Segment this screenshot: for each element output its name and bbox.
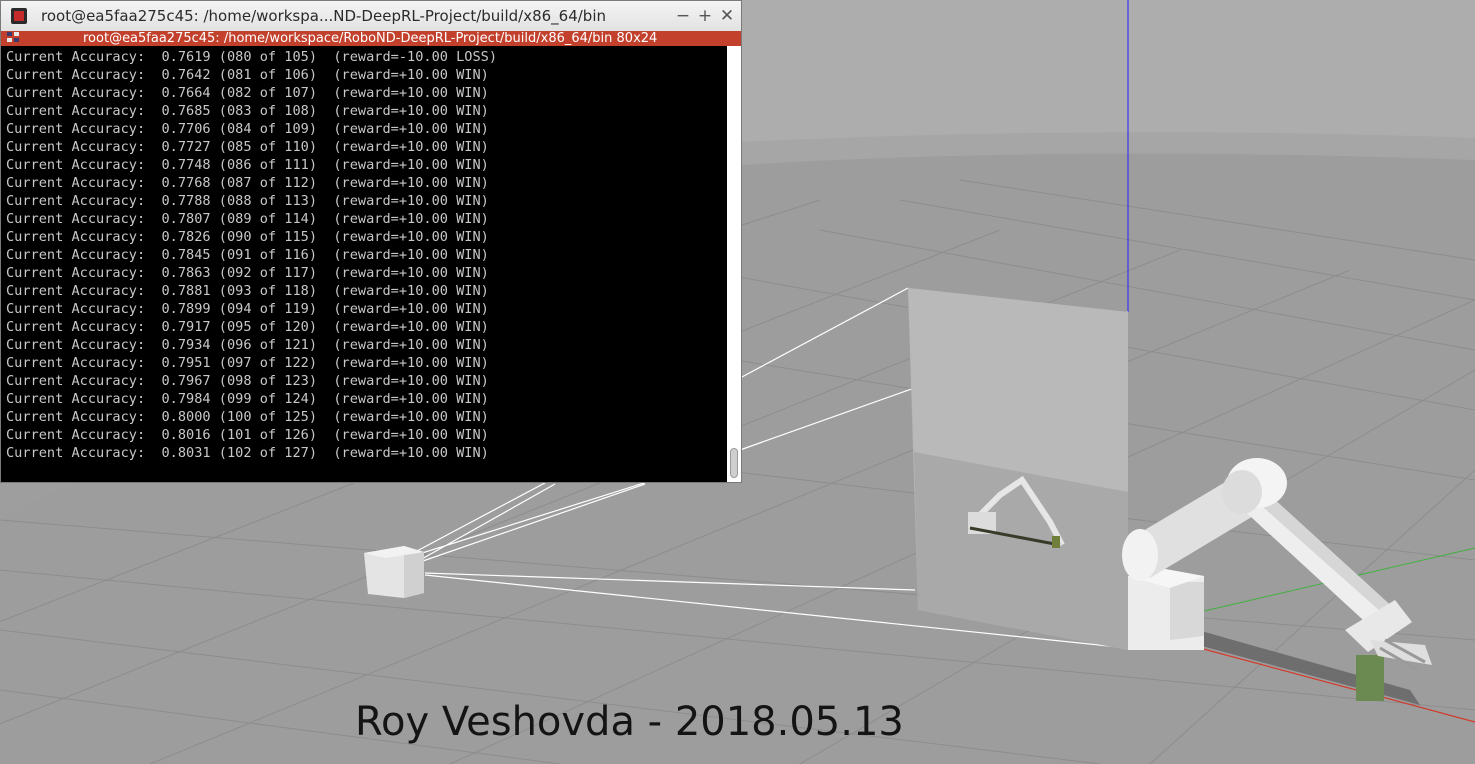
terminal-line: Current Accuracy: 0.7845 (091 of 116) (r…	[6, 247, 489, 263]
terminal-line: Current Accuracy: 0.7642 (081 of 106) (r…	[6, 67, 489, 83]
target-tube	[1356, 655, 1384, 701]
minimize-button[interactable]: −	[673, 5, 693, 27]
terminal-line: Current Accuracy: 0.7863 (092 of 117) (r…	[6, 265, 489, 281]
terminal-line: Current Accuracy: 0.7706 (084 of 109) (r…	[6, 121, 489, 137]
terminal-line: Current Accuracy: 0.7727 (085 of 110) (r…	[6, 139, 489, 155]
close-button[interactable]: ✕	[717, 5, 737, 27]
terminal-line: Current Accuracy: 0.7664 (082 of 107) (r…	[6, 85, 489, 101]
terminal-line: Current Accuracy: 0.7748 (086 of 111) (r…	[6, 157, 489, 173]
terminal-line: Current Accuracy: 0.7826 (090 of 115) (r…	[6, 229, 489, 245]
terminal-line: Current Accuracy: 0.7917 (095 of 120) (r…	[6, 319, 489, 335]
terminal-output[interactable]: Current Accuracy: 0.7619 (080 of 105) (r…	[1, 46, 727, 482]
terminal-line: Current Accuracy: 0.7807 (089 of 114) (r…	[6, 211, 489, 227]
shoulder-joint	[1122, 529, 1158, 581]
terminal-line: Current Accuracy: 0.7768 (087 of 112) (r…	[6, 175, 489, 191]
terminal-line: Current Accuracy: 0.7788 (088 of 113) (r…	[6, 193, 489, 209]
terminal-app-icon	[11, 8, 27, 24]
terminal-line: Current Accuracy: 0.8000 (100 of 125) (r…	[6, 409, 489, 425]
tab-label: root@ea5faa275c45: /home/workspace/RoboN…	[83, 31, 658, 46]
terminal-line: Current Accuracy: 0.8016 (101 of 126) (r…	[6, 427, 489, 443]
terminal-line: Current Accuracy: 0.7967 (098 of 123) (r…	[6, 373, 489, 389]
scrollbar-thumb[interactable]	[730, 448, 738, 478]
camera-block	[364, 546, 424, 598]
terminal-line: Current Accuracy: 0.7899 (094 of 119) (r…	[6, 301, 489, 317]
author-date-caption: Roy Veshovda - 2018.05.13	[355, 699, 904, 745]
terminal-scrollbar[interactable]	[727, 46, 741, 482]
terminal-lines: Current Accuracy: 0.7619 (080 of 105) (r…	[6, 48, 497, 462]
terminal-line: Current Accuracy: 0.7984 (099 of 124) (r…	[6, 391, 489, 407]
camera-image-plane	[908, 288, 1128, 650]
terminal-line: Current Accuracy: 0.7951 (097 of 122) (r…	[6, 355, 489, 371]
window-title: root@ea5faa275c45: /home/workspa...ND-De…	[41, 7, 607, 25]
terminal-line: Current Accuracy: 0.7619 (080 of 105) (r…	[6, 49, 498, 65]
terminal-window[interactable]: root@ea5faa275c45: /home/workspa...ND-De…	[0, 0, 742, 483]
tab-terminal-icon	[7, 32, 21, 44]
terminal-tab[interactable]: root@ea5faa275c45: /home/workspace/RoboN…	[1, 31, 741, 46]
terminal-line: Current Accuracy: 0.7934 (096 of 121) (r…	[6, 337, 489, 353]
terminal-line: Current Accuracy: 0.8031 (102 of 127) (r…	[6, 445, 489, 461]
terminal-line: Current Accuracy: 0.7881 (093 of 118) (r…	[6, 283, 489, 299]
maximize-button[interactable]: +	[695, 5, 715, 27]
terminal-title-bar[interactable]: root@ea5faa275c45: /home/workspa...ND-De…	[1, 1, 741, 32]
terminal-line: Current Accuracy: 0.7685 (083 of 108) (r…	[6, 103, 489, 119]
